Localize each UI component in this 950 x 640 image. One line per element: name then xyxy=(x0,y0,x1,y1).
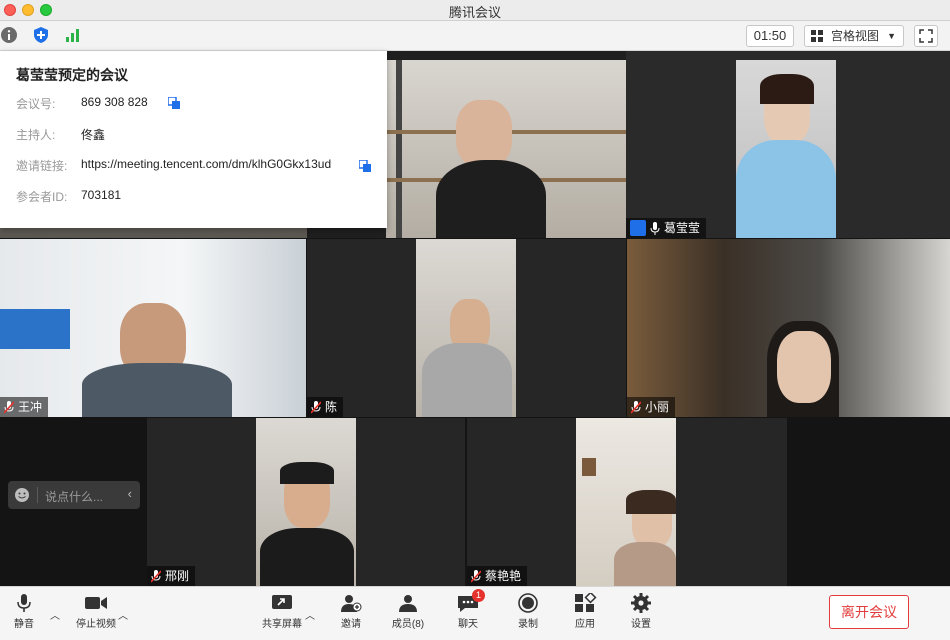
meeting-timer: 01:50 xyxy=(746,25,794,47)
emoji-icon[interactable] xyxy=(14,487,30,503)
view-mode-label: 宫格视图 xyxy=(831,29,880,43)
chevron-down-icon: ▼ xyxy=(887,31,896,41)
leave-meeting-button[interactable]: 离开会议 xyxy=(829,595,909,629)
settings-label: 设置 xyxy=(631,619,651,630)
participant-name: 蔡艳艳 xyxy=(485,569,522,583)
apps-grid-icon xyxy=(575,593,597,612)
mute-label: 静音 xyxy=(14,619,34,630)
video-tile[interactable]: 王冲 xyxy=(0,239,306,417)
mute-button[interactable]: 静音 xyxy=(8,593,40,630)
participant-name: 邢刚 xyxy=(165,569,190,583)
copy-icon[interactable] xyxy=(168,97,180,109)
participant-nametag: 蔡艳艳 xyxy=(467,566,528,586)
meeting-id-label: 会议号: xyxy=(16,97,56,111)
video-tile[interactable]: 小丽 xyxy=(627,239,950,417)
video-tile[interactable]: 葛莹莹 xyxy=(626,51,950,238)
microphone-muted-icon xyxy=(631,400,641,414)
record-button[interactable]: 录制 xyxy=(516,593,540,630)
invite-link-value[interactable]: https://meeting.tencent.com/dm/klhG0Gkx1… xyxy=(81,157,331,171)
participant-nametag: 王冲 xyxy=(0,397,49,417)
chevron-up-icon[interactable]: ︿ xyxy=(118,607,128,622)
members-label: 成员(8) xyxy=(391,619,425,630)
meeting-info-popover: 葛莹莹预定的会议 会议号: 869 308 828 主持人: 佟鑫 邀请链接: … xyxy=(0,51,387,228)
share-screen-button[interactable]: 共享屏幕 xyxy=(260,593,304,630)
microphone-muted-icon xyxy=(4,400,14,414)
microphone-muted-icon xyxy=(471,569,481,583)
microphone-muted-icon xyxy=(151,569,161,583)
invite-link-label: 邀请链接: xyxy=(16,159,68,173)
bottom-controls: 静音 ︿ 停止视频 ︿ 共享屏幕 ︿ 邀请 成员(8) 1 聊天 录制 应用 设… xyxy=(0,586,950,640)
microphone-muted-icon xyxy=(311,400,321,414)
participant-id-value: 703181 xyxy=(81,188,122,202)
stop-video-label: 停止视频 xyxy=(76,619,116,630)
chevron-up-icon[interactable]: ︿ xyxy=(305,607,315,622)
meeting-title: 葛莹莹预定的会议 xyxy=(16,67,128,83)
microphone-icon xyxy=(650,221,660,235)
participant-name: 小丽 xyxy=(645,400,670,414)
chat-unread-badge: 1 xyxy=(472,589,485,602)
members-button[interactable]: 成员(8) xyxy=(388,593,428,630)
chat-input[interactable]: 说点什么... ‹ xyxy=(8,481,140,509)
window-title: 腾讯会议 xyxy=(448,5,501,20)
participant-nametag: 葛莹莹 xyxy=(626,218,707,238)
participant-id-label: 参会者ID: xyxy=(16,190,68,204)
security-shield-icon[interactable] xyxy=(32,26,50,44)
invite-button[interactable]: 邀请 xyxy=(336,593,366,630)
chat-placeholder: 说点什么... xyxy=(45,490,104,504)
share-screen-label: 共享屏幕 xyxy=(262,619,302,630)
share-screen-icon xyxy=(272,595,292,609)
invite-label: 邀请 xyxy=(341,619,361,630)
apps-label: 应用 xyxy=(575,619,595,630)
participant-name: 陈 xyxy=(325,400,338,414)
grid-view-icon xyxy=(811,30,823,42)
record-icon xyxy=(518,593,538,613)
microphone-icon xyxy=(17,594,31,612)
meeting-id-value: 869 308 828 xyxy=(81,95,148,109)
chat-label: 聊天 xyxy=(458,619,478,630)
window-titlebar: 腾讯会议 xyxy=(0,0,950,21)
fullscreen-button[interactable] xyxy=(914,25,938,47)
members-icon xyxy=(399,595,417,612)
network-signal-icon[interactable] xyxy=(64,26,82,44)
participant-nametag: 邢刚 xyxy=(147,566,196,586)
participant-name: 王冲 xyxy=(18,400,43,414)
video-tile[interactable]: 邢刚 xyxy=(147,418,465,586)
settings-button[interactable]: 设置 xyxy=(629,593,653,630)
video-tile[interactable]: 陈 xyxy=(307,239,626,417)
host-value: 佟鑫 xyxy=(81,128,106,142)
invite-user-icon xyxy=(341,595,362,612)
apps-button[interactable]: 应用 xyxy=(573,593,597,630)
video-camera-icon xyxy=(85,597,107,609)
host-label: 主持人: xyxy=(16,128,56,142)
record-label: 录制 xyxy=(518,619,538,630)
view-mode-select[interactable]: 宫格视图 ▼ xyxy=(804,25,904,47)
avatar-icon xyxy=(630,220,646,236)
stop-video-button[interactable]: 停止视频 xyxy=(72,593,120,630)
participant-nametag: 小丽 xyxy=(627,397,676,417)
chevron-up-icon[interactable]: ︿ xyxy=(50,607,60,622)
collapse-chevron-icon[interactable]: ‹ xyxy=(128,486,132,501)
gear-icon xyxy=(631,593,651,613)
participant-nametag: 陈 xyxy=(307,397,344,417)
fullscreen-icon xyxy=(919,29,933,43)
copy-icon[interactable] xyxy=(359,160,371,172)
video-tile[interactable]: 蔡艳艳 xyxy=(467,418,787,586)
participant-name: 葛莹莹 xyxy=(664,221,701,235)
top-toolbar: 01:50 宫格视图 ▼ xyxy=(0,21,950,51)
info-icon[interactable] xyxy=(0,26,18,44)
chat-button[interactable]: 1 聊天 xyxy=(456,589,485,630)
